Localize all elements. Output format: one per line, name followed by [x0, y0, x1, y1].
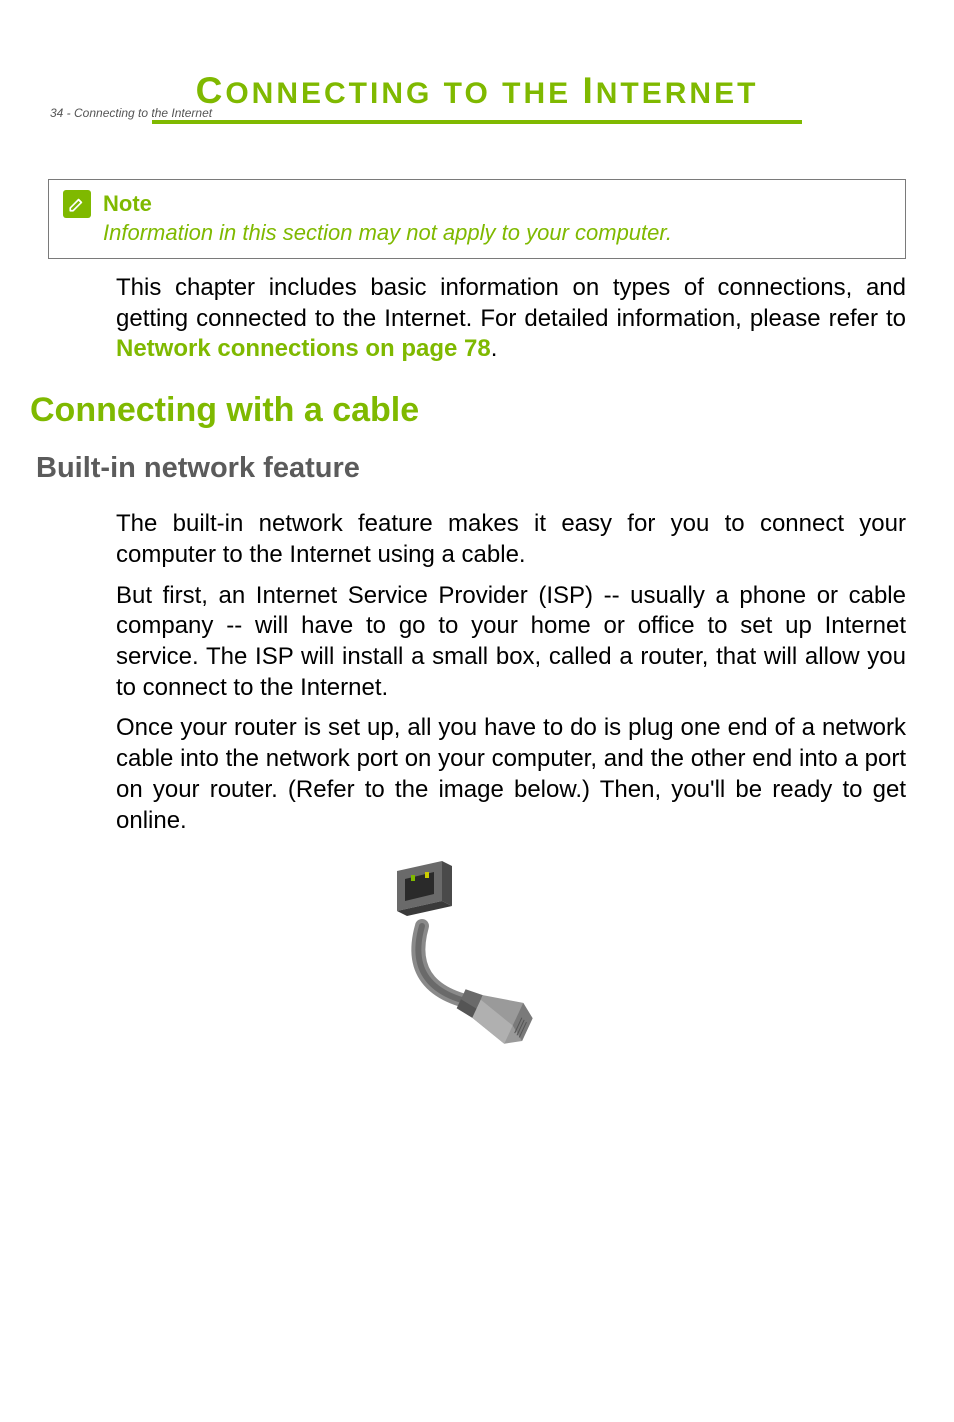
ethernet-cable-illustration — [372, 856, 582, 1076]
note-box: Note Information in this section may not… — [48, 179, 906, 259]
chapter-title-rest2: NTERNET — [596, 77, 759, 110]
pencil-icon — [63, 190, 91, 218]
intro-text-end: . — [491, 335, 498, 362]
page-header: 34 - Connecting to the Internet — [50, 106, 212, 120]
section-heading-cable: Connecting with a cable — [30, 391, 906, 430]
chapter-title-cap1: C — [196, 70, 226, 111]
paragraph-1: The built-in network feature makes it ea… — [116, 509, 906, 570]
subsection-heading-builtin: Built-in network feature — [36, 452, 906, 485]
intro-text-start: This chapter includes basic information … — [116, 274, 906, 332]
paragraph-3: Once your router is set up, all you have… — [116, 713, 906, 836]
paragraph-2: But first, an Internet Service Provider … — [116, 581, 906, 704]
chapter-title-rest1: ONNECTING — [225, 77, 432, 110]
intro-paragraph: This chapter includes basic information … — [116, 273, 906, 365]
note-header-row: Note — [63, 190, 891, 218]
chapter-title-cap2: I — [582, 70, 595, 111]
note-label: Note — [103, 191, 152, 217]
note-body: Information in this section may not appl… — [103, 220, 891, 246]
network-connections-link[interactable]: Network connections on page 78 — [116, 335, 491, 362]
chapter-underline — [152, 120, 802, 124]
chapter-title-between: TO THE — [432, 77, 582, 110]
